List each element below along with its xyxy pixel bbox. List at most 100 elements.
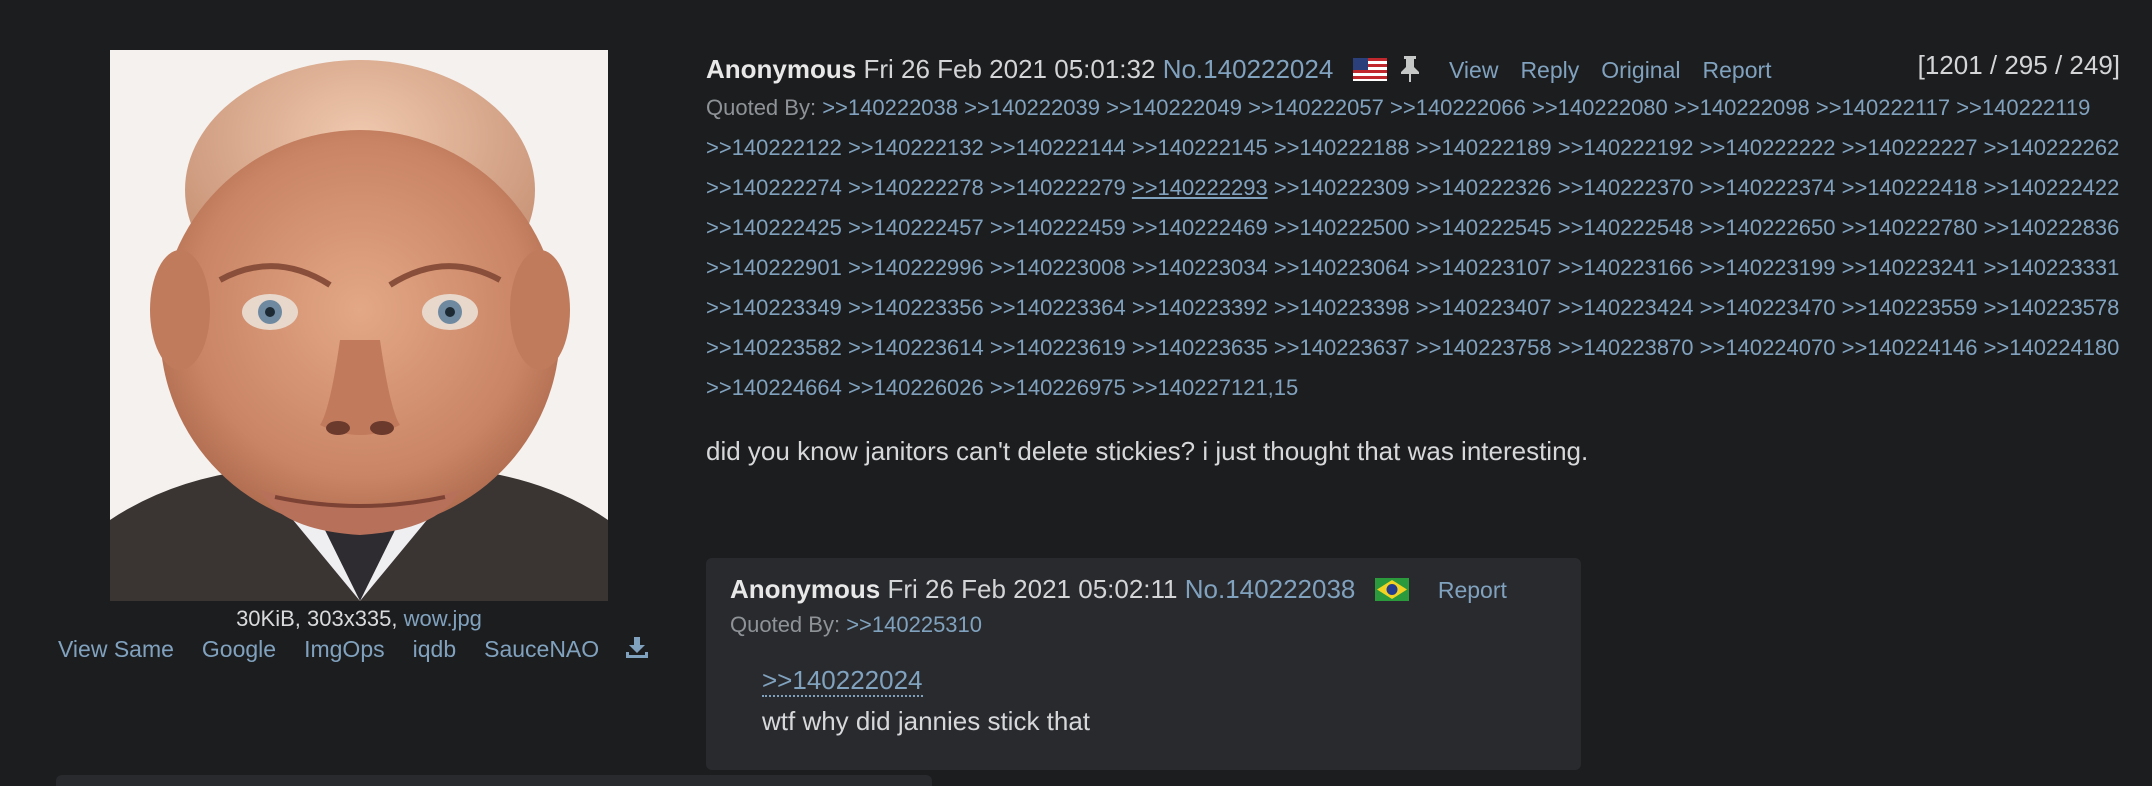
quoted-by-link[interactable]: >>140223008: [990, 255, 1126, 280]
quoted-by-link[interactable]: >>140222836: [1984, 215, 2120, 240]
quoted-by-link[interactable]: >>140223356: [848, 295, 984, 320]
post-date: Fri 26 Feb 2021 05:01:32: [863, 54, 1156, 84]
quoted-by-link[interactable]: >>140223034: [1132, 255, 1268, 280]
quoted-by-link[interactable]: >>140222780: [1842, 215, 1978, 240]
quoted-by-link[interactable]: >>140226975: [990, 375, 1126, 400]
op-post: Anonymous Fri 26 Feb 2021 05:01:32 No.14…: [706, 50, 2126, 467]
imgops-link[interactable]: ImgOps: [302, 632, 387, 666]
quoted-by-link[interactable]: >>140222545: [1416, 215, 1552, 240]
original-button[interactable]: Original: [1601, 57, 1680, 83]
next-post-edge: [56, 775, 932, 786]
quoted-by-link[interactable]: >>140223619: [990, 335, 1126, 360]
quoted-by-link[interactable]: >>140222457: [848, 215, 984, 240]
file-name-link[interactable]: wow.jpg: [404, 606, 482, 631]
quoted-by-link[interactable]: >>140222262: [1984, 135, 2120, 160]
quoted-by-link[interactable]: >>140222188: [1274, 135, 1410, 160]
quoted-by-link[interactable]: >>140222374: [1700, 175, 1836, 200]
quoted-by-link[interactable]: >>140223578: [1984, 295, 2120, 320]
quoted-by-link[interactable]: >>140222422: [1984, 175, 2120, 200]
quoted-by-link[interactable]: >>140222189: [1416, 135, 1552, 160]
quoted-by-link[interactable]: >>140223559: [1842, 295, 1978, 320]
post-number-link[interactable]: No.140222024: [1163, 54, 1334, 84]
quoted-by-link[interactable]: >>140222548: [1558, 215, 1694, 240]
reply-poster-name: Anonymous: [730, 574, 881, 604]
saucenao-link[interactable]: SauceNAO: [482, 632, 601, 666]
quoted-by-link[interactable]: >>140222066: [1390, 95, 1526, 120]
quoted-by-link[interactable]: >>140224146: [1842, 335, 1978, 360]
quoted-by-link[interactable]: >>140224664: [706, 375, 842, 400]
quoted-by-link[interactable]: >>140222650: [1700, 215, 1836, 240]
quoted-by-link[interactable]: >>140222057: [1248, 95, 1384, 120]
quoted-by-link[interactable]: >>140223241: [1842, 255, 1978, 280]
quoted-by-link[interactable]: >>140224180: [1984, 335, 2120, 360]
quoted-by-link[interactable]: >>140223064: [1274, 255, 1410, 280]
quoted-by-link[interactable]: >>140222425: [706, 215, 842, 240]
quoted-by-link[interactable]: >>140222132: [848, 135, 984, 160]
quoted-by-link[interactable]: >>140223107: [1416, 255, 1552, 280]
view-same-link[interactable]: View Same: [56, 632, 176, 666]
quoted-by-link[interactable]: >>140222119: [1956, 95, 2090, 120]
quoted-by-link[interactable]: >>140223614: [848, 335, 984, 360]
download-icon[interactable]: [625, 636, 649, 665]
quoted-by-link[interactable]: >>140222326: [1416, 175, 1552, 200]
quoted-by-link[interactable]: >>140222309: [1274, 175, 1410, 200]
quoted-by-link[interactable]: >>140222122: [706, 135, 842, 160]
quoted-by-link[interactable]: >>140223349: [706, 295, 842, 320]
quoted-by-link[interactable]: >>140223582: [706, 335, 842, 360]
quoted-by-link[interactable]: >>140223870: [1558, 335, 1694, 360]
quoted-by-link[interactable]: >>140222039: [964, 95, 1100, 120]
quoted-by-link[interactable]: >>140223398: [1274, 295, 1410, 320]
quoted-by-link[interactable]: >>140222279: [990, 175, 1126, 200]
report-button[interactable]: Report: [1703, 57, 1772, 83]
quoted-by-link[interactable]: >>140222469: [1132, 215, 1268, 240]
quoted-by-link[interactable]: >>140226026: [848, 375, 984, 400]
reply-quoted-by-label: Quoted By:: [730, 612, 841, 637]
quoted-by-link[interactable]: >>140223407: [1416, 295, 1552, 320]
reply-quote-link[interactable]: >>140222024: [762, 665, 923, 697]
reply-post-number-link[interactable]: No.140222038: [1185, 574, 1356, 604]
quoted-by-link[interactable]: >>140222192: [1558, 135, 1694, 160]
quoted-by-link[interactable]: >>140223758: [1416, 335, 1552, 360]
quoted-by-link[interactable]: >>140222222: [1700, 135, 1836, 160]
reply-quoted-by-link[interactable]: >>140225310: [846, 612, 982, 637]
quoted-by-link[interactable]: >>140222145: [1132, 135, 1268, 160]
quoted-by-link[interactable]: >>140222370: [1558, 175, 1694, 200]
poster-name: Anonymous: [706, 54, 857, 84]
op-post-text: did you know janitors can't delete stick…: [706, 436, 1589, 466]
quoted-by-link[interactable]: >>140223364: [990, 295, 1126, 320]
us-flag-icon: [1352, 53, 1387, 81]
quoted-by-link[interactable]: >>140222117: [1816, 95, 1950, 120]
google-link[interactable]: Google: [200, 632, 278, 666]
quoted-by-link[interactable]: >>140223635: [1132, 335, 1268, 360]
reply-report-button[interactable]: Report: [1438, 577, 1507, 603]
quoted-by-link[interactable]: >>140222038: [822, 95, 958, 120]
quoted-by-link[interactable]: >>140224070: [1700, 335, 1836, 360]
iqdb-link[interactable]: iqdb: [411, 632, 458, 666]
quoted-by-link[interactable]: >>140222274: [706, 175, 842, 200]
quoted-by-link[interactable]: >>140222227: [1842, 135, 1978, 160]
quoted-by-link[interactable]: >>140223392: [1132, 295, 1268, 320]
quoted-by-link[interactable]: >>140222049: [1106, 95, 1242, 120]
quoted-by-link[interactable]: >>140223331: [1984, 255, 2120, 280]
quoted-by-link[interactable]: >>140227121,15: [1132, 375, 1298, 400]
quoted-by-link[interactable]: >>140223199: [1700, 255, 1836, 280]
quoted-by-link[interactable]: >>140222144: [990, 135, 1126, 160]
quoted-by-link[interactable]: >>140223637: [1274, 335, 1410, 360]
quoted-by-link[interactable]: >>140222418: [1842, 175, 1978, 200]
quoted-by-link[interactable]: >>140223166: [1558, 255, 1694, 280]
reply-button[interactable]: Reply: [1520, 57, 1579, 83]
quoted-by-link[interactable]: >>140222098: [1674, 95, 1810, 120]
quoted-by-label: Quoted By:: [706, 95, 817, 120]
quoted-by-link[interactable]: >>140222459: [990, 215, 1126, 240]
quoted-by-link[interactable]: >>140223424: [1558, 295, 1694, 320]
quoted-by-link[interactable]: >>140222500: [1274, 215, 1410, 240]
quoted-by-link[interactable]: >>140222278: [848, 175, 984, 200]
reply-quoted-by: Quoted By: >>140225310: [730, 612, 982, 638]
quoted-by-link[interactable]: >>140222080: [1532, 95, 1668, 120]
quoted-by-link[interactable]: >>140222901: [706, 255, 842, 280]
quoted-by-link[interactable]: >>140223470: [1700, 295, 1836, 320]
view-button[interactable]: View: [1449, 57, 1498, 83]
post-thumbnail[interactable]: [110, 50, 608, 601]
quoted-by-link[interactable]: >>140222293: [1132, 175, 1268, 200]
quoted-by-link[interactable]: >>140222996: [848, 255, 984, 280]
